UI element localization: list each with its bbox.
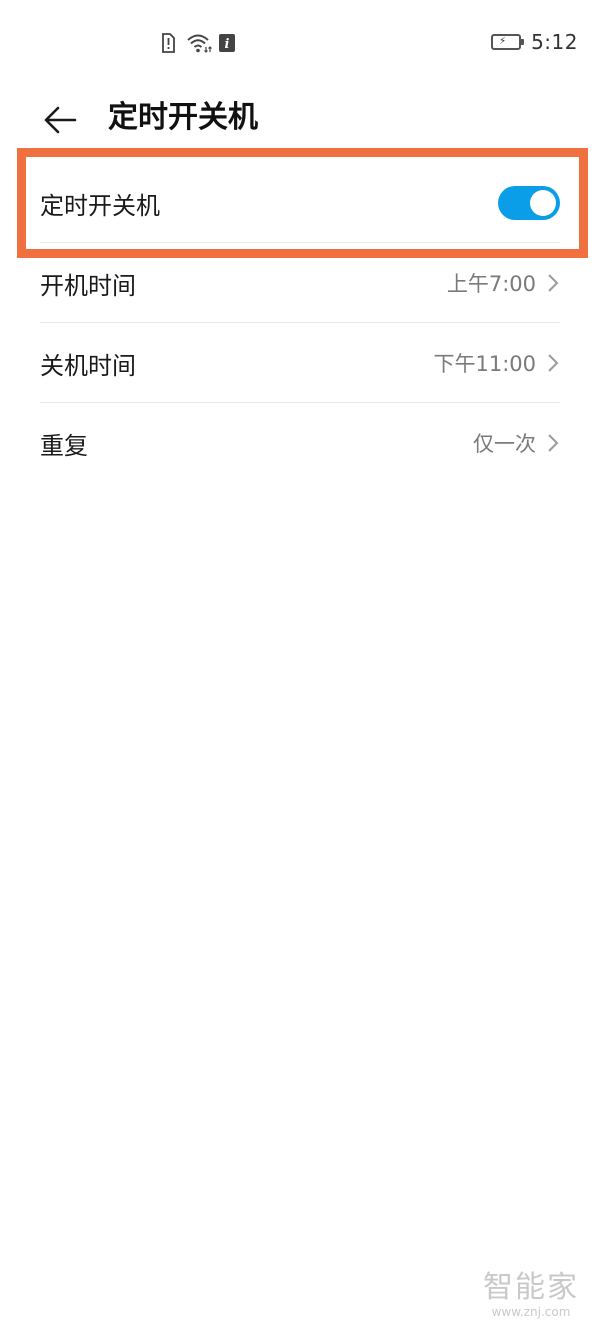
highlight-frame bbox=[17, 148, 588, 258]
power-off-time-row[interactable]: 关机时间 下午11:00 bbox=[40, 323, 560, 403]
repeat-value-group: 仅一次 bbox=[473, 428, 560, 458]
repeat-row[interactable]: 重复 仅一次 bbox=[40, 403, 560, 483]
power-on-time-value-group: 上午7:00 bbox=[447, 268, 560, 298]
wifi-icon bbox=[186, 32, 212, 54]
watermark: 智能家 www.znj.com bbox=[476, 1270, 586, 1320]
page-title: 定时开关机 bbox=[108, 100, 258, 135]
repeat-label: 重复 bbox=[40, 431, 88, 460]
chevron-right-icon bbox=[546, 352, 560, 374]
status-bar: i ⚡ 5:12 bbox=[0, 0, 600, 88]
power-off-time-value-group: 下午11:00 bbox=[433, 348, 560, 378]
svg-text:i: i bbox=[225, 37, 230, 52]
status-icons: i bbox=[160, 32, 238, 54]
sim-alert-icon bbox=[160, 32, 180, 54]
info-icon: i bbox=[218, 32, 238, 54]
settings-page: i ⚡ 5:12 定时开关机 定时开关机 开机时间 上午7:00 关机时间 下午… bbox=[0, 0, 600, 1333]
battery-charging-icon: ⚡ bbox=[491, 34, 525, 50]
power-on-time-value: 上午7:00 bbox=[446, 272, 536, 296]
status-time: 5:12 bbox=[531, 30, 578, 54]
status-right: ⚡ 5:12 bbox=[491, 30, 578, 54]
back-arrow-icon bbox=[44, 106, 77, 134]
chevron-right-icon bbox=[546, 432, 560, 454]
power-on-time-row[interactable]: 开机时间 上午7:00 bbox=[40, 243, 560, 323]
power-off-time-label: 关机时间 bbox=[40, 351, 136, 380]
watermark-logo: 智能家 bbox=[483, 1270, 579, 1305]
app-header: 定时开关机 bbox=[0, 88, 600, 152]
watermark-url: www.znj.com bbox=[491, 1305, 571, 1319]
power-on-time-label: 开机时间 bbox=[40, 271, 136, 300]
power-off-time-value: 下午11:00 bbox=[433, 352, 536, 376]
chevron-right-icon bbox=[546, 272, 560, 294]
back-button[interactable] bbox=[38, 98, 82, 142]
repeat-value: 仅一次 bbox=[473, 432, 536, 456]
